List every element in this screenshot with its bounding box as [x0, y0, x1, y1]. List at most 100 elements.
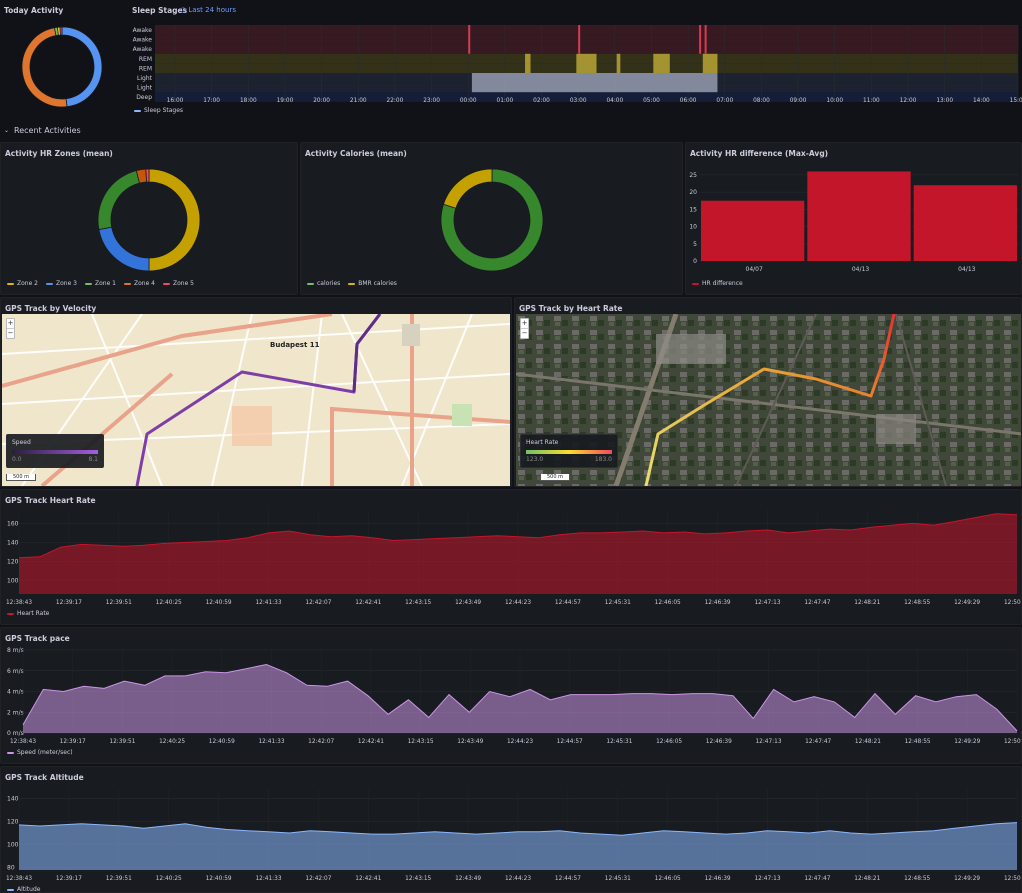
y-tick-label: 10 [689, 224, 697, 231]
sleep-time-tick: 15:00 [1010, 98, 1022, 104]
zoom-controls[interactable]: + − [520, 318, 529, 339]
zoom-controls[interactable]: + − [6, 318, 15, 339]
sleep-time-tick: 11:00 [863, 98, 880, 104]
hr-difference-legend-label: HR difference [702, 280, 743, 287]
x-tick-label: 12:46:39 [706, 739, 732, 745]
x-tick-label: 12:42:07 [308, 739, 334, 745]
gps-pace-panel: GPS Track pace 0 m/s 2 m/s 4 m/s 6 m/s 8 m/s… [0, 627, 1022, 764]
sleep-row-label: Deep [136, 94, 152, 101]
x-tick-label: 12:39:51 [106, 600, 132, 606]
zoom-out-button[interactable]: − [521, 328, 528, 338]
zoom-in-button[interactable]: + [521, 319, 528, 328]
sleep-row-label: REM [139, 56, 152, 63]
x-tick-label: 12:44:57 [555, 876, 581, 882]
x-tick-label: 12:43:15 [405, 600, 431, 606]
legend-swatch [134, 109, 141, 112]
x-tick-label: 12:49:29 [954, 739, 980, 745]
x-tick-label: 12:47:47 [804, 600, 830, 606]
sleep-time-tick: 10:00 [826, 98, 843, 104]
sleep-time-tick: 13:00 [936, 98, 953, 104]
sleep-time-tick: 17:00 [203, 98, 220, 104]
x-tick-label: 12:40:25 [156, 876, 182, 882]
x-tick-label: 12:42:07 [305, 600, 331, 606]
gps-altitude-legend[interactable]: Altitude [7, 886, 40, 892]
y-tick-label: 100 [7, 842, 19, 849]
zoom-out-button[interactable]: − [7, 328, 14, 338]
x-tick-label: 12:40:25 [159, 739, 185, 745]
sleep-time-tick: 16:00 [167, 98, 184, 104]
x-tick-label: 12:44:23 [505, 876, 531, 882]
x-tick-label: 12:41:33 [258, 739, 284, 745]
legend-item[interactable]: Zone 5 [163, 280, 194, 287]
x-tick-label: 12:39:17 [56, 876, 82, 882]
sleep-time-tick: 14:00 [973, 98, 990, 104]
legend-swatch [7, 888, 14, 891]
city-label: Budapest 11 [270, 341, 320, 349]
x-tick-label: 12:46:05 [656, 739, 682, 745]
x-tick-label: 12:43:49 [455, 600, 481, 606]
speed-legend: Speed 0.0 8.1 [6, 434, 104, 468]
x-tick-label: 12:44:57 [555, 600, 581, 606]
legend-label: Zone 5 [173, 280, 194, 287]
y-tick-label: 100 [7, 578, 19, 585]
sleep-row-label: Light [137, 85, 153, 92]
legend-item[interactable]: Zone 4 [124, 280, 155, 287]
sleep-row-band [155, 34, 1018, 45]
donut-slice [59, 26, 63, 36]
sleep-time-tick: 00:00 [460, 98, 477, 104]
today-activity-panel: Today Activity [0, 0, 126, 122]
gps-pace-legend[interactable]: Speed (meter/sec) [7, 749, 73, 756]
sleep-time-tick: 22:00 [387, 98, 404, 104]
gps-hr-legend-label: Heart Rate [17, 610, 50, 617]
heart-legend-max: 183.0 [594, 456, 612, 463]
legend-label: Zone 4 [134, 280, 155, 287]
calories-legend[interactable]: calories BMR calories [307, 280, 397, 287]
sleep-rem-block [653, 53, 670, 73]
legend-item[interactable]: Zone 1 [85, 280, 116, 287]
gps-altitude-panel: GPS Track Altitude 80 100 120 140 12:38:43 12… [0, 766, 1022, 893]
hr-difference-legend[interactable]: HR difference [692, 280, 743, 287]
sleep-awake-spike [468, 25, 471, 54]
speed-legend-min: 0.0 [12, 456, 22, 463]
map-scale: 500 m [6, 474, 37, 481]
legend-label: Zone 2 [17, 280, 38, 287]
x-tick-label: 12:49:29 [954, 600, 980, 606]
hr-zones-legend[interactable]: Zone 2 Zone 3 Zone 1 Zone 4 Zone 5 [7, 280, 194, 287]
zoom-in-button[interactable]: + [7, 319, 14, 328]
legend-item[interactable]: calories [307, 280, 340, 287]
x-tick-label: 12:47:47 [804, 876, 830, 882]
x-tick-label: 12:41:33 [255, 876, 281, 882]
x-tick-label: 12:40:25 [156, 600, 182, 606]
heart-gradient [526, 450, 612, 454]
legend-swatch [163, 282, 170, 285]
x-tick-label: 04/07 [746, 266, 763, 273]
x-tick-label: 12:43:15 [405, 876, 431, 882]
x-tick-label: 12:48:21 [854, 600, 880, 606]
x-tick-label: 12:46:39 [705, 600, 731, 606]
satellite-map[interactable]: + − Heart Rate 123.0 183.0 500 m [516, 314, 1021, 486]
legend-item[interactable]: Zone 3 [46, 280, 77, 287]
sleep-legend[interactable]: Sleep Stages [134, 107, 183, 114]
sleep-rem-block [525, 53, 531, 73]
sleep-awake-spike [699, 25, 702, 54]
sleep-light-block [471, 73, 718, 93]
legend-swatch [7, 282, 14, 285]
gps-pace-chart: 0 m/s 2 m/s 4 m/s 6 m/s 8 m/s 12:38:43 12:39:1… [7, 647, 1021, 745]
legend-item[interactable]: Zone 2 [7, 280, 38, 287]
gps-hr-legend[interactable]: Heart Rate [7, 610, 49, 617]
x-tick-label: 12:39:51 [109, 739, 135, 745]
x-tick-label: 12:42:07 [305, 876, 331, 882]
legend-item[interactable]: BMR calories [348, 280, 397, 287]
sleep-time-tick: 23:00 [423, 98, 440, 104]
speed-gradient [12, 450, 98, 454]
sleep-legend-label: Sleep Stages [144, 107, 184, 114]
x-tick-label: 12:42:41 [355, 876, 381, 882]
gps-velocity-title: GPS Track by Velocity [5, 304, 97, 313]
speed-legend-max: 8.1 [88, 456, 98, 463]
y-tick-label: 25 [689, 172, 697, 179]
recent-activities-row-header[interactable]: ⌄ Recent Activities [4, 126, 81, 135]
y-tick-label: 140 [7, 539, 19, 546]
street-map[interactable]: Budapest 11 + − Speed 0.0 8.1 500 m [2, 314, 510, 486]
sleep-time-tick: 21:00 [350, 98, 367, 104]
x-tick-label: 12:38:43 [10, 739, 36, 745]
